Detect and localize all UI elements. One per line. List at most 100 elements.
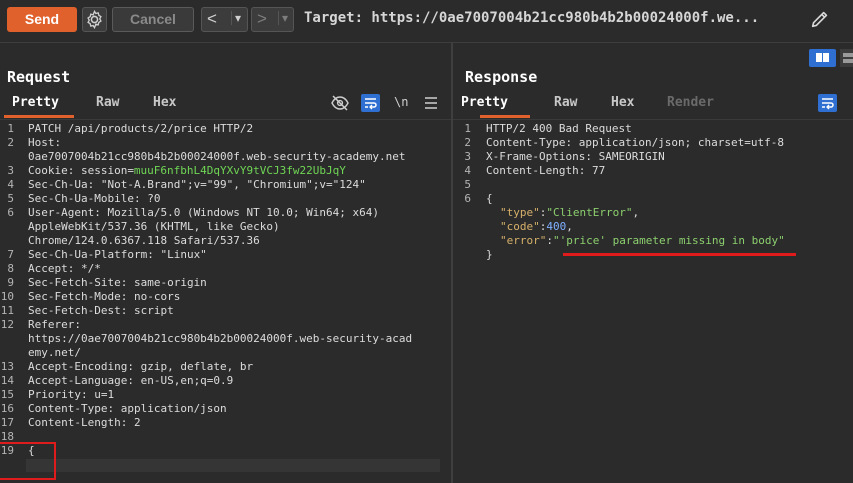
response-line[interactable]: { xyxy=(486,192,493,206)
tab-pretty[interactable]: Pretty xyxy=(461,95,508,110)
line-text: Accept-Encoding: gzip, deflate, br xyxy=(28,360,254,373)
json-property[interactable]: "type":"ClientError", xyxy=(500,206,639,220)
json-str: "'price' parameter missing in body" xyxy=(552,234,785,247)
request-line[interactable]: 5 Sec-Ch-Ua-Mobile: ?0 xyxy=(0,192,451,206)
json-num: 400 xyxy=(546,220,567,233)
line-number: 13 xyxy=(0,360,14,373)
request-line[interactable]: 4 Sec-Ch-Ua: "Not-A.Brand";v="99", "Chrom… xyxy=(0,178,451,192)
line-text: emy.net/ xyxy=(28,346,81,359)
line-number: 17 xyxy=(0,416,14,429)
line-text: Accept: */* xyxy=(28,262,101,275)
line-text: Sec-Fetch-Mode: no-cors xyxy=(28,290,181,303)
forward-button[interactable]: > ▾ xyxy=(251,7,294,32)
line-text: Accept-Language: en-US,en;q=0.9 xyxy=(28,374,234,387)
current-line-highlight xyxy=(26,459,440,472)
back-dropdown-icon[interactable]: ▾ xyxy=(231,11,241,25)
back-icon: < xyxy=(207,9,217,28)
response-title: Response xyxy=(465,68,538,86)
line-text: 0ae7007004b21cc980b4b2b00024000f.web-sec… xyxy=(28,150,406,163)
line-text: PATCH /api/products/2/price HTTP/2 xyxy=(28,122,254,135)
line-text: Sec-Ch-Ua-Platform: "Linux" xyxy=(28,248,207,261)
tab-render[interactable]: Render xyxy=(667,95,714,110)
line-number: 2 xyxy=(7,136,14,149)
line-text: Sec-Fetch-Dest: script xyxy=(28,304,174,317)
request-line[interactable]: 15 Priority: u=1 xyxy=(0,388,451,402)
request-line[interactable]: 16 Content-Type: application/json xyxy=(0,402,451,416)
tab-hex[interactable]: Hex xyxy=(611,95,634,110)
request-line[interactable]: 12 Referer: xyxy=(0,318,451,332)
json-punctuation: : xyxy=(546,234,553,247)
request-line[interactable]: 9 Sec-Fetch-Site: same-origin xyxy=(0,276,451,290)
line-text: Sec-Ch-Ua-Mobile: ?0 xyxy=(28,192,161,205)
line-number: 9 xyxy=(7,276,14,289)
response-line[interactable]: X-Frame-Options: SAMEORIGIN xyxy=(486,150,665,164)
request-line[interactable]: 17 Content-Length: 2 xyxy=(0,416,451,430)
line-number: 4 xyxy=(464,164,471,177)
line-number: 3 xyxy=(7,164,14,177)
request-line[interactable]: emy.net/ xyxy=(0,346,451,360)
response-line[interactable]: Content-Type: application/json; charset=… xyxy=(486,136,784,150)
json-key: "code" xyxy=(500,220,540,233)
response-line[interactable]: HTTP/2 400 Bad Request xyxy=(486,122,632,136)
response-line[interactable]: Content-Length: 77 xyxy=(486,164,605,178)
tab-hex[interactable]: Hex xyxy=(153,95,176,110)
request-line[interactable]: 19{ xyxy=(0,444,451,458)
line-text: AppleWebKit/537.36 (KHTML, like Gecko) xyxy=(28,220,280,233)
tab-pretty-underline xyxy=(4,115,74,118)
line-number: 8 xyxy=(7,262,14,275)
line-number: 11 xyxy=(0,304,14,317)
json-key: "type" xyxy=(500,206,540,219)
wrap-icon xyxy=(822,98,834,110)
request-line[interactable]: 11 Sec-Fetch-Dest: script xyxy=(0,304,451,318)
line-text: Chrome/124.0.6367.118 Safari/537.36 xyxy=(28,234,260,247)
json-close-brace: } xyxy=(486,248,493,261)
response-tabs-divider xyxy=(453,119,853,120)
line-number: 6 xyxy=(7,206,14,219)
wrap-lines-button[interactable] xyxy=(361,94,380,112)
line-text: Sec-Ch-Ua: "Not-A.Brand";v="99", "Chromi… xyxy=(28,178,366,191)
json-property[interactable]: "code":400, xyxy=(500,220,573,234)
response-panel: Response Pretty Raw Hex Render 1 HTTP/2 4… xyxy=(453,43,853,483)
request-line[interactable]: 0ae7007004b21cc980b4b2b00024000f.web-sec… xyxy=(0,150,451,164)
send-button[interactable]: Send xyxy=(7,7,77,32)
forward-dropdown-icon[interactable]: ▾ xyxy=(278,11,288,25)
response-editor[interactable]: 1 HTTP/2 400 Bad Request 2 Content-Type: ap… xyxy=(453,121,853,483)
forward-icon: > xyxy=(257,9,267,28)
json-property[interactable]: "error":"'price' parameter missing in bo… xyxy=(500,234,785,248)
hide-nonprintable-icon[interactable] xyxy=(331,95,349,111)
menu-icon[interactable] xyxy=(424,97,438,109)
tab-raw[interactable]: Raw xyxy=(96,95,119,110)
line-number: 5 xyxy=(464,178,471,191)
request-line[interactable]: 13 Accept-Encoding: gzip, deflate, br xyxy=(0,360,451,374)
request-line[interactable]: 7 Sec-Ch-Ua-Platform: "Linux" xyxy=(0,248,451,262)
tab-raw[interactable]: Raw xyxy=(554,95,577,110)
line-text: https://0ae7007004b21cc980b4b2b00024000f… xyxy=(28,332,413,345)
request-line[interactable]: 8 Accept: */* xyxy=(0,262,451,276)
cancel-button[interactable]: Cancel xyxy=(112,7,194,32)
request-line[interactable]: 1 PATCH /api/products/2/price HTTP/2 xyxy=(0,122,451,136)
request-line[interactable]: 3 Cookie: session= muuF6nfbhL4DqYXvY9tVCJ3… xyxy=(0,164,451,178)
request-editor[interactable]: 1 PATCH /api/products/2/price HTTP/2 2 Host… xyxy=(0,121,451,483)
request-line[interactable]: https://0ae7007004b21cc980b4b2b00024000f… xyxy=(0,332,451,346)
request-line[interactable]: 18 xyxy=(0,430,451,444)
settings-button[interactable] xyxy=(82,7,107,32)
newline-toggle[interactable]: \n xyxy=(394,95,408,109)
request-line[interactable]: 10 Sec-Fetch-Mode: no-cors xyxy=(0,290,451,304)
tab-pretty[interactable]: Pretty xyxy=(12,95,59,110)
request-line[interactable]: 14 Accept-Language: en-US,en;q=0.9 xyxy=(0,374,451,388)
line-text: Priority: u=1 xyxy=(28,388,115,401)
edit-target-icon[interactable] xyxy=(809,8,831,30)
wrap-lines-button[interactable] xyxy=(818,94,837,112)
request-line[interactable]: AppleWebKit/537.36 (KHTML, like Gecko) xyxy=(0,220,451,234)
target-url[interactable]: Target: https://0ae7007004b21cc980b4b2b0… xyxy=(304,10,759,26)
line-number: 12 xyxy=(0,318,14,331)
request-line[interactable]: Chrome/124.0.6367.118 Safari/537.36 xyxy=(0,234,451,248)
line-number: 10 xyxy=(0,290,14,303)
line-text: Content-Type: application/json xyxy=(28,402,227,415)
line-number: 4 xyxy=(7,178,14,191)
line-number: 7 xyxy=(7,248,14,261)
request-line[interactable]: 6 User-Agent: Mozilla/5.0 (Windows NT 10.… xyxy=(0,206,451,220)
line-number: 14 xyxy=(0,374,14,387)
request-line[interactable]: 2 Host: xyxy=(0,136,451,150)
back-button[interactable]: < ▾ xyxy=(201,7,248,32)
